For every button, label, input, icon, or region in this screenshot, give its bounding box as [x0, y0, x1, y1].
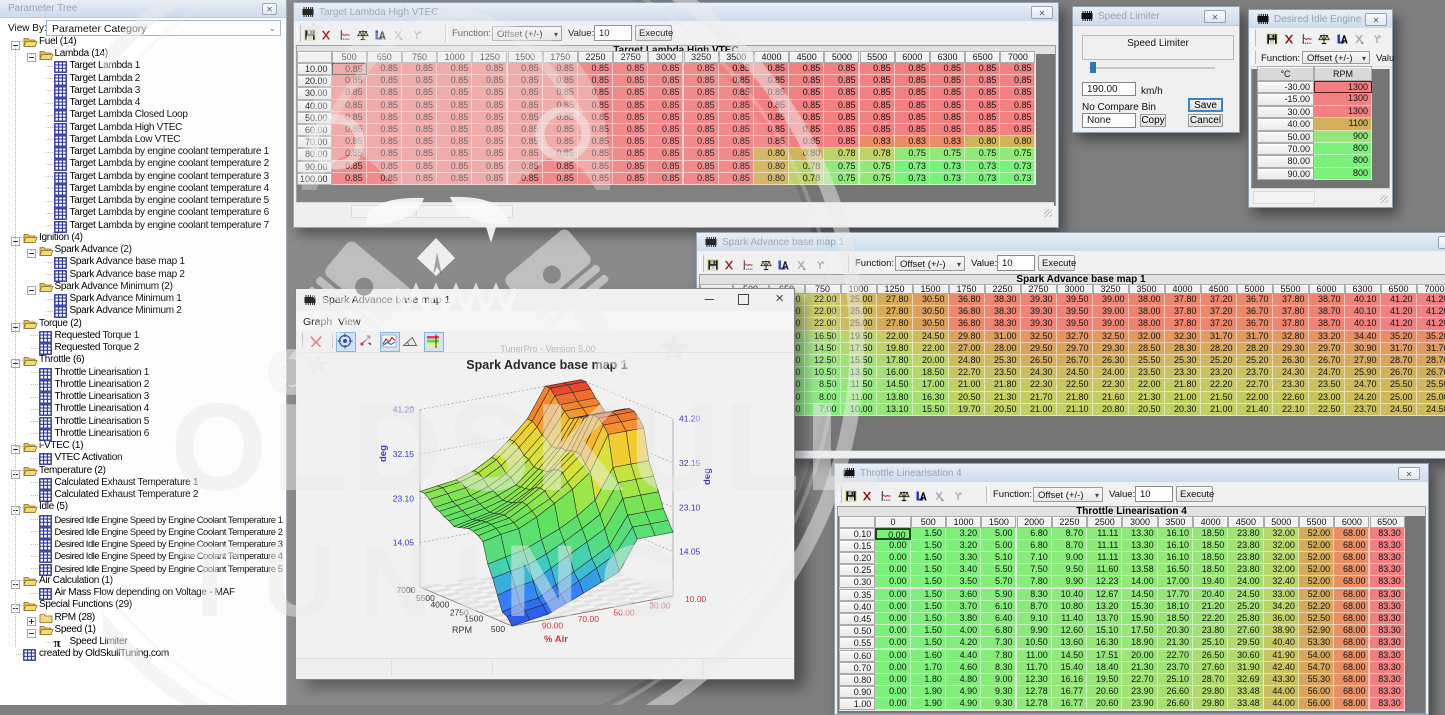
svg-text:deg: deg	[378, 445, 389, 462]
svg-text:Spark Advance base map 1: Spark Advance base map 1	[466, 358, 627, 372]
svg-text:32.15: 32.15	[393, 449, 415, 459]
svg-text:90.00: 90.00	[542, 621, 564, 631]
svg-text:23.10: 23.10	[393, 493, 415, 503]
svg-text:500: 500	[491, 624, 505, 634]
svg-text:RPM: RPM	[452, 625, 472, 635]
svg-text:% Air: % Air	[544, 634, 568, 645]
svg-text:41.20: 41.20	[393, 405, 415, 415]
svg-text:4000: 4000	[430, 599, 449, 609]
svg-text:14.05: 14.05	[393, 538, 415, 548]
svg-text:TunerPro - Version 5.00: TunerPro - Version 5.00	[500, 344, 595, 354]
svg-text:41.20: 41.20	[679, 414, 701, 424]
svg-text:70.00: 70.00	[578, 614, 600, 624]
svg-text:7000: 7000	[397, 585, 416, 595]
svg-text:14.05: 14.05	[679, 547, 701, 557]
svg-text:32.15: 32.15	[679, 458, 701, 468]
svg-text:10.00: 10.00	[685, 594, 707, 604]
svg-text:1500: 1500	[464, 614, 483, 624]
svg-text:23.10: 23.10	[679, 502, 701, 512]
svg-text:deg: deg	[702, 468, 713, 485]
svg-text:50.00: 50.00	[613, 607, 635, 617]
svg-text:30.00: 30.00	[649, 601, 671, 611]
